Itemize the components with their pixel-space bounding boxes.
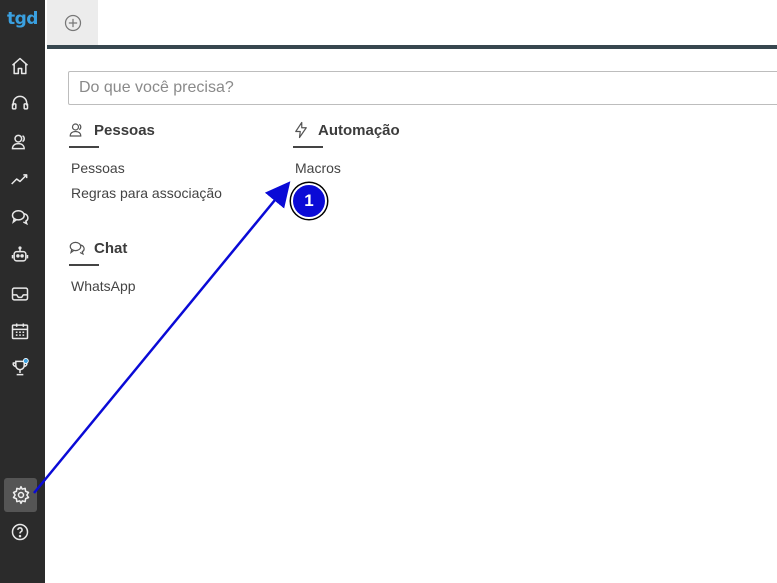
trend-icon[interactable]: [8, 167, 32, 191]
section-pessoas: Pessoas Pessoas Regras para associação: [68, 119, 222, 201]
home-icon[interactable]: [8, 54, 32, 78]
inbox-icon[interactable]: [8, 282, 32, 306]
settings-button[interactable]: [4, 478, 37, 512]
gear-icon: [12, 485, 29, 505]
add-tab-button[interactable]: [47, 0, 98, 45]
topbar-divider: [47, 45, 777, 49]
section-title: Automação: [318, 121, 400, 139]
sidebar: tgd: [0, 0, 45, 583]
chat-bubbles-icon[interactable]: [8, 205, 32, 229]
calendar-icon[interactable]: [8, 319, 32, 343]
link-macros[interactable]: Macros: [295, 160, 400, 176]
section-underline: [69, 146, 99, 148]
help-icon[interactable]: [8, 520, 32, 544]
section-underline: [69, 264, 99, 266]
users-icon[interactable]: [8, 130, 32, 154]
section-automacao: Automação Macros: [292, 119, 400, 176]
plus-circle-icon: [64, 14, 81, 31]
link-regras-associacao[interactable]: Regras para associação: [71, 185, 222, 201]
users-icon: [69, 123, 82, 137]
headset-icon[interactable]: [8, 91, 32, 115]
section-title: Chat: [94, 239, 128, 257]
trophy-icon[interactable]: [8, 356, 32, 380]
link-whatsapp[interactable]: WhatsApp: [71, 278, 136, 294]
section-title: Pessoas: [94, 121, 155, 139]
chat-bubbles-icon: [69, 241, 85, 256]
link-pessoas[interactable]: Pessoas: [71, 160, 222, 176]
step-badge: 1: [291, 183, 327, 219]
lightning-icon: [295, 121, 307, 139]
section-chat: Chat WhatsApp: [68, 237, 136, 294]
section-underline: [293, 146, 323, 148]
search-input[interactable]: [68, 71, 777, 105]
app-logo[interactable]: tgd: [0, 9, 45, 29]
robot-icon[interactable]: [8, 243, 32, 267]
